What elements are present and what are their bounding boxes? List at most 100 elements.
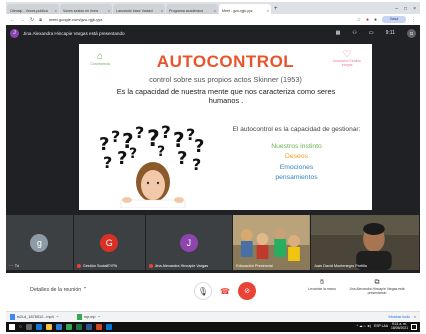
more-icon[interactable]: ⋯ (9, 263, 13, 268)
store-icon[interactable] (56, 324, 63, 330)
svg-text:?: ? (111, 127, 120, 146)
new-tab-button[interactable]: + (274, 4, 278, 14)
download-item[interactable]: mp.mp ⌃ (76, 314, 101, 320)
meeting-details-button[interactable]: Detalles de la reunión ⌃ (30, 287, 87, 293)
browser-tab[interactable]: Otimaip - Voces publica × (7, 4, 59, 14)
layout-icon[interactable]: ▦ (336, 30, 341, 36)
microphone-button[interactable]: 🎙︎ (194, 282, 212, 300)
leave-call-button[interactable]: ☎ (216, 282, 234, 300)
clock-date: 18/05/2021 (391, 326, 408, 330)
browser-tab[interactable]: Voces sesión en línea × (60, 4, 112, 14)
svg-text:?: ? (192, 155, 201, 174)
participant-tile[interactable]: J Jina Alexandra Hincapie Vargas (145, 215, 233, 270)
participant-avatar: J (179, 233, 198, 252)
presenting-button[interactable]: ⧉ Jina Alexandra Hincapie Vargas está pr… (346, 279, 408, 295)
tray-icons[interactable]: ^ ☁ ⌂ ◄) (357, 324, 371, 329)
chevron-up-icon[interactable]: ⌃ (56, 315, 59, 320)
excel-icon[interactable] (76, 324, 83, 330)
slide-right-column: El autocontrol es la capacidad de gestio… (229, 126, 364, 184)
word-icon[interactable] (86, 324, 93, 330)
slide-list-item: Nuestros instinto (271, 142, 322, 150)
downloads-bar: ts2Ld_1876512...mp4 ⌃ mp.mp ⌃ Mostrar todo… (6, 311, 420, 322)
back-icon[interactable]: ← (10, 17, 15, 23)
language-indicator[interactable]: ESP LAA (374, 324, 388, 329)
taskview-icon[interactable] (26, 324, 33, 330)
notification-icon[interactable] (411, 324, 417, 330)
phone-hangup-icon: ☎ (220, 286, 230, 296)
participant-avatar: g (30, 233, 49, 252)
participant-name: Jina Alexandra Hincapie Vargas (148, 264, 209, 268)
star-icon[interactable]: ☆ (356, 17, 360, 23)
raise-hand-label: Levantar la mano (308, 287, 336, 291)
self-avatar[interactable]: G (407, 28, 416, 38)
download-item[interactable]: ts2Ld_1876512...mp4 ⌃ (10, 314, 59, 320)
minimize-icon[interactable]: – (395, 4, 398, 14)
webcam-video (310, 215, 419, 270)
tab-label: Voces sesión en línea (63, 8, 98, 13)
browser-tab-active[interactable]: Meet - gzu-rgjk-yyz × (219, 4, 271, 14)
participant-tile[interactable]: g ⋯ Tú (6, 215, 73, 270)
screenshot-frame: Otimaip - Voces publica × Voces sesión en… (0, 0, 426, 334)
close-icon[interactable]: × (161, 8, 163, 13)
present-screen-icon: ⧉ (374, 279, 380, 286)
url-field[interactable]: meet.google.com/gzu-rgjk-yyz (49, 17, 102, 22)
chrome-icon[interactable] (66, 324, 73, 330)
close-icon[interactable]: × (108, 8, 110, 13)
chevron-up-icon[interactable]: ⌃ (98, 315, 101, 320)
participant-tile[interactable]: G Gestión SocialEYPA (73, 215, 145, 270)
svg-text:?: ? (157, 144, 165, 160)
close-icon[interactable]: × (414, 315, 416, 319)
profile-button[interactable]: Gasa (382, 16, 406, 23)
reload-icon[interactable]: ↻ (30, 17, 34, 23)
svg-text:?: ? (129, 146, 137, 162)
forward-icon[interactable]: → (20, 17, 25, 23)
meet-header-actions: ▦ ⚇ ▭ 9:11 G (336, 28, 416, 38)
close-icon[interactable]: × (55, 8, 57, 13)
svg-text:?: ? (161, 123, 171, 143)
slide-list-item: pensamientos (275, 174, 318, 182)
download-filename: ts2Ld_1876512...mp4 (17, 315, 54, 319)
participant-name: Educación Presencial (236, 264, 273, 268)
file-icon (10, 314, 15, 320)
clock-time: 9:11 (385, 30, 395, 36)
participant-name-text: Educación Presencial (236, 264, 273, 268)
mail-icon[interactable] (106, 324, 113, 330)
slide-list-item: Emociones (279, 163, 314, 171)
extension-icon[interactable]: ● (366, 17, 369, 23)
camera-off-button[interactable]: ⊘ (238, 282, 256, 300)
browser-tab[interactable]: Lanzando base Vaclavi × (113, 4, 165, 14)
camera-off-icon: ⊘ (244, 288, 250, 295)
participant-name: Gestión SocialEYPA (76, 264, 117, 268)
maximize-icon[interactable]: □ (404, 4, 407, 14)
close-icon[interactable]: × (214, 8, 216, 13)
chat-icon[interactable]: ▭ (369, 30, 374, 36)
people-icon[interactable]: ⚇ (352, 30, 356, 36)
close-window-icon[interactable]: × (413, 4, 416, 14)
show-all-downloads-link[interactable]: Mostrar todo (388, 315, 409, 319)
download-filename: mp.mp (83, 315, 96, 319)
participant-name-text: Jina Alexandra Hincapie Vargas (154, 264, 209, 268)
slide-body-text: Es la capacidad de nuestra mente que nos… (116, 87, 336, 106)
edge-icon[interactable] (36, 324, 43, 330)
powerpoint-icon[interactable] (96, 324, 103, 330)
more-icon[interactable]: ⋮ (411, 17, 416, 23)
account-avatar-icon[interactable]: ● (374, 17, 377, 23)
address-bar: ← → ↻ 🔒︎ meet.google.com/gzu-rgjk-yyz ☆ … (6, 14, 420, 25)
window-controls: – □ × (395, 4, 420, 14)
file-explorer-icon[interactable] (46, 324, 53, 330)
logo-right-text: Asociación Familiar Integral (333, 59, 361, 67)
close-icon[interactable]: × (267, 8, 269, 13)
raise-hand-button[interactable]: ✋︎ Levantar la mano (304, 279, 340, 291)
windows-start-icon[interactable] (9, 324, 15, 330)
svg-text:?: ? (117, 148, 127, 169)
slide-subtitle: control sobre sus propios actos Skinner … (149, 75, 302, 84)
tab-label: Otimaip - Voces publica (10, 8, 48, 13)
clock[interactable]: 9:11 a. m. 18/05/2021 (391, 322, 408, 331)
participant-tile-video[interactable]: Juan David Montenegro Portilla (310, 215, 419, 270)
browser-tab[interactable]: Programa académico × (166, 4, 218, 14)
lock-icon: 🔒︎ (39, 16, 42, 23)
presenting-label: Jina Alexandra Hincapie Vargas está pres… (349, 287, 405, 296)
search-icon[interactable]: ○ (19, 324, 22, 330)
participant-tile-video[interactable]: Educación Presencial (233, 215, 310, 270)
participant-name-text: Juan David Montenegro Portilla (313, 264, 367, 268)
